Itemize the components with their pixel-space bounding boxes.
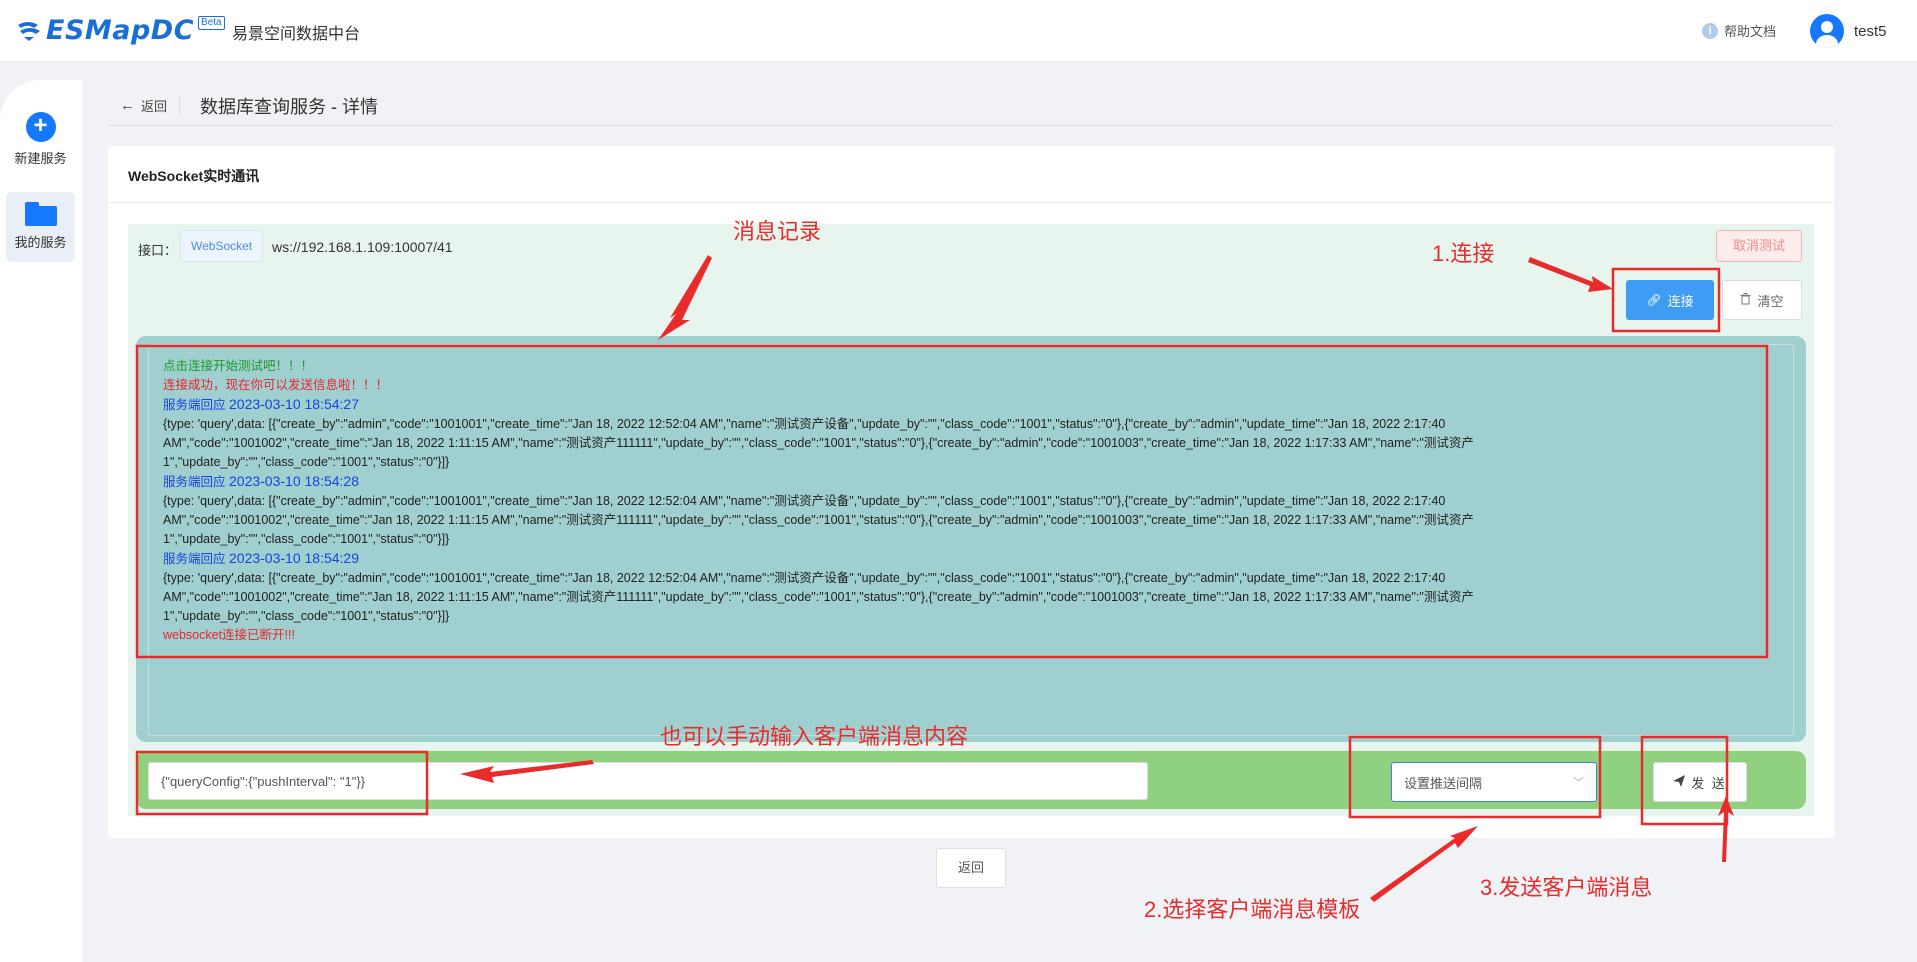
arrow-left-icon: ← [120,97,135,114]
cancel-test-button[interactable]: 取消测试 [1716,230,1802,262]
beta-badge: Beta [198,16,225,30]
chevron-down-icon: ﹀ [1573,777,1584,789]
sidebar-item-label: 新建服务 [14,151,67,166]
plus-icon: + [25,112,56,142]
logo[interactable]: ESMapDC Beta [16,12,225,48]
log-response-header: 服务端回应 2023-03-10 18:54:27 [163,396,359,412]
back-link[interactable]: ← 返回 [108,94,181,117]
sidebar-item-my-services[interactable]: 我的服务 [6,192,75,262]
log-response-header: 服务端回应 2023-03-10 18:54:28 [163,473,359,489]
message-template-value: 设置推送间隔 [1404,775,1483,791]
log-response-body: 1","update_by":"","class_code":"1001","s… [163,532,450,546]
log-response-body: {type: 'query',data: [{"create_by":"admi… [163,417,1446,431]
page-title: 数据库查询服务 - 详情 [200,96,379,117]
message-log-content[interactable]: 点击连接开始测试吧！！！ 连接成功，现在你可以发送信息啦！！！ 服务端回应 20… [148,344,1794,736]
logo-text: ESMapDC [46,14,195,46]
user-menu[interactable]: test5 [1810,14,1887,48]
username: test5 [1854,22,1887,40]
logo-mark-icon [18,22,40,41]
websocket-card: WebSocket实时通讯 接口： WebSocket ws://192.168… [108,146,1834,838]
folder-icon [24,202,57,226]
clear-button[interactable]: 清空 [1722,280,1802,320]
link-icon: 🔗︎ [1646,293,1662,307]
log-response-body: 1","update_by":"","class_code":"1001","s… [163,609,450,623]
send-button-label: 发 送 [1691,775,1727,791]
annotation-connect-step: 1.连接 [1432,241,1495,266]
annotation-select-template: 2.选择客户端消息模板 [1144,897,1361,922]
sidebar: + 新建服务 我的服务 [0,80,82,962]
log-response-body: AM","code":"1001002","create_time":"Jan … [163,590,1474,604]
trash-icon [1740,292,1751,308]
log-connected: 连接成功，现在你可以发送信息啦！！！ [163,378,389,392]
send-bar: 设置推送间隔 ﹀ 发 送 [136,751,1806,809]
message-template-select[interactable]: 设置推送间隔 ﹀ [1391,762,1597,802]
log-response-header: 服务端回应 2023-03-10 18:54:29 [163,550,359,566]
log-response-body: AM","code":"1001002","create_time":"Jan … [163,436,1474,450]
connect-button[interactable]: 🔗︎ 连接 [1626,280,1714,320]
log-response-body: 1","update_by":"","class_code":"1001","s… [163,455,450,469]
message-log: 点击连接开始测试吧！！！ 连接成功，现在你可以发送信息啦！！！ 服务端回应 20… [136,336,1806,742]
paper-plane-icon [1673,774,1686,790]
annotation-manual-input: 也可以手动输入客户端消息内容 [660,724,969,749]
breadcrumb: ← 返回 数据库查询服务 - 详情 [108,86,1834,126]
back-link-label: 返回 [141,99,168,114]
top-header: ESMapDC Beta 易景空间数据中台 i 帮助文档 test5 [0,0,1917,62]
protocol-tag: WebSocket [180,230,264,262]
websocket-panel: 接口： WebSocket ws://192.168.1.109:10007/4… [128,224,1814,816]
bottom-back-button[interactable]: 返回 [936,848,1006,888]
sidebar-item-label: 我的服务 [14,235,67,250]
log-response-body: {type: 'query',data: [{"create_by":"admi… [163,571,1446,585]
interface-label: 接口： [138,243,178,258]
divider [108,202,1834,203]
sidebar-item-new-service[interactable]: + 新建服务 [6,106,75,178]
info-icon: i [1702,22,1718,39]
send-button[interactable]: 发 送 [1653,762,1747,802]
log-start-hint: 点击连接开始测试吧！！！ [163,359,314,373]
clear-button-label: 清空 [1757,293,1784,309]
log-response-body: AM","code":"1001002","create_time":"Jan … [163,513,1474,527]
log-disconnected: websocket连接已断开!!! [163,628,295,642]
connect-button-label: 连接 [1667,293,1694,309]
annotation-message-log: 消息记录 [733,219,822,244]
avatar [1810,14,1844,48]
annotation-send-message: 3.发送客户端消息 [1480,875,1653,900]
log-response-body: {type: 'query',data: [{"create_by":"admi… [163,494,1446,508]
client-message-input[interactable] [148,762,1148,800]
help-docs-link[interactable]: i 帮助文档 [1702,21,1776,40]
app-title: 易景空间数据中台 [232,26,361,43]
interface-url: ws://192.168.1.109:10007/41 [272,239,453,255]
card-title: WebSocket实时通讯 [128,168,260,184]
help-docs-label: 帮助文档 [1724,24,1777,39]
